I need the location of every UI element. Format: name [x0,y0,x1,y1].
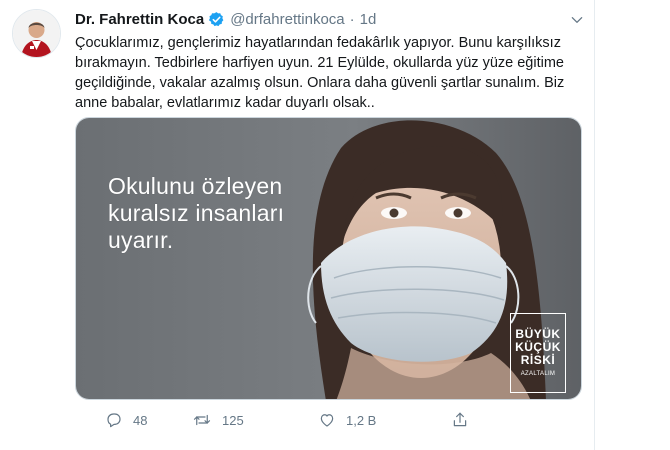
separator-dot: · [349,10,355,28]
author-name[interactable]: Dr. Fahrettin Koca [75,11,204,28]
tweet-actions: 48 125 1,2 B [75,408,580,432]
media-photo [76,118,581,399]
media-overlay-text: Okulunu özleyen kuralsız insanları uyarı… [108,173,285,253]
reply-button[interactable]: 48 [105,408,147,432]
share-button[interactable] [451,408,469,432]
more-options-chevron-icon[interactable] [568,11,586,29]
author-handle[interactable]: @drfahrettinkoca [230,11,344,28]
logo-line-2: KÜÇÜK [515,339,561,354]
tweet-card[interactable]: Dr. Fahrettin Koca @drfahrettinkoca · 1d… [0,0,595,450]
retweet-count: 125 [222,412,244,428]
reply-count: 48 [133,412,148,428]
tweet-time[interactable]: 1d [360,11,377,28]
logo-line-4: AZALTALIM [520,370,556,377]
avatar[interactable] [12,9,61,58]
share-icon [453,412,467,427]
verified-badge-icon [208,11,225,28]
tweet-header: Dr. Fahrettin Koca @drfahrettinkoca · 1d [75,9,376,29]
campaign-logo: BÜYÜK KÜÇÜK RİSKİ AZALTALIM [510,313,566,393]
reply-icon [107,413,121,428]
logo-line-1: BÜYÜK [515,326,561,341]
avatar-image [13,10,60,57]
like-button[interactable]: 1,2 B [318,408,376,432]
tweet-text: Çocuklarımız, gençlerimiz hayatlarından … [75,35,565,111]
like-count: 1,2 B [346,412,377,428]
like-icon [320,414,334,427]
logo-line-3: RİSKİ [520,352,556,367]
tweet-media-image[interactable]: Okulunu özleyen kuralsız insanları uyarı… [75,117,582,400]
retweet-button[interactable]: 125 [192,408,244,432]
retweet-icon [193,414,211,426]
